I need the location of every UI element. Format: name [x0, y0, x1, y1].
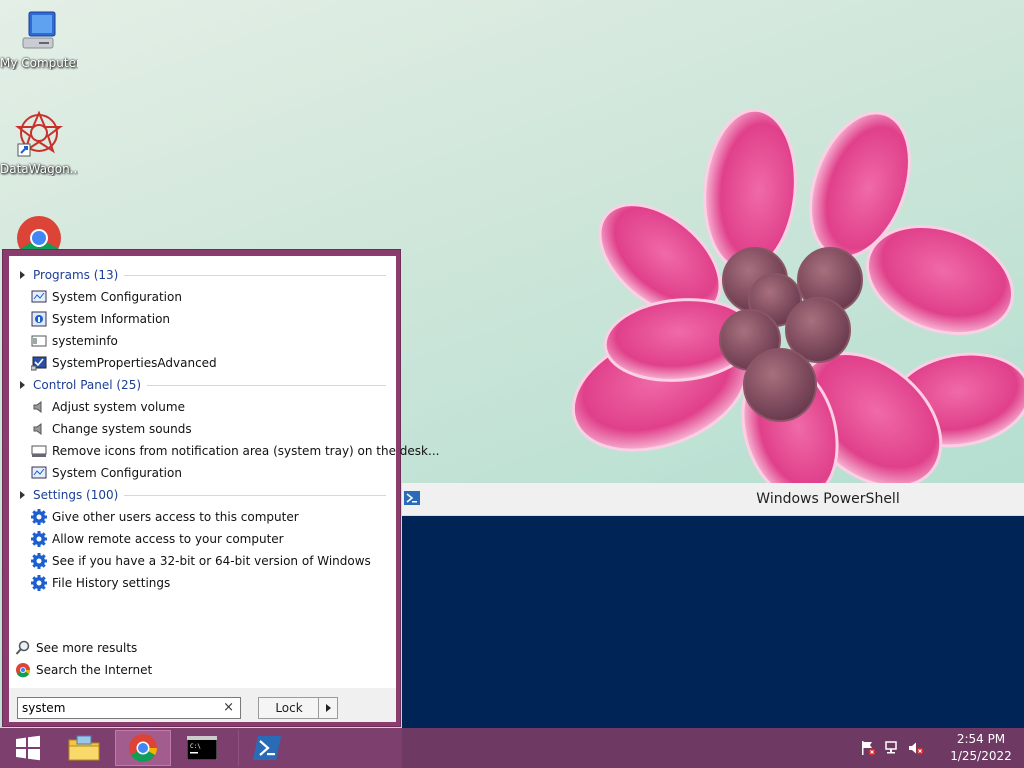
computer-icon	[22, 11, 56, 49]
search-input[interactable]	[22, 699, 212, 717]
expand-arrow-icon	[20, 491, 25, 499]
speaker-icon	[33, 401, 42, 413]
chrome-icon	[16, 663, 31, 678]
result-systeminfo[interactable]: systeminfo	[31, 331, 118, 351]
wallpaper-flower	[571, 108, 1024, 490]
chrome-icon	[17, 216, 61, 250]
taskbar-powershell[interactable]	[238, 730, 295, 766]
desktop-icon-my-computer[interactable]: My Computer	[0, 8, 78, 70]
console-app-icon	[31, 335, 47, 347]
clear-search-icon[interactable]: ×	[223, 700, 234, 715]
powershell-title: Windows PowerShell	[756, 491, 900, 507]
volume-muted-icon[interactable]	[908, 740, 924, 756]
group-programs[interactable]: Programs (13)	[15, 266, 386, 284]
result-label: See if you have a 32-bit or 64-bit versi…	[52, 554, 371, 568]
see-more-label: See more results	[36, 641, 138, 655]
result-file-history-settings[interactable]: File History settings	[31, 573, 170, 593]
folder-icon	[68, 735, 100, 761]
result-label: System Configuration	[52, 466, 182, 480]
result-label: System Information	[52, 312, 171, 326]
result-system-information[interactable]: System Information	[31, 309, 170, 329]
windows-logo-icon	[16, 735, 40, 761]
result-give-other-users-access[interactable]: Give other users access to this computer	[31, 507, 299, 527]
result-label: Allow remote access to your computer	[52, 532, 284, 546]
group-label: Programs (13)	[33, 268, 119, 282]
start-button[interactable]	[0, 730, 56, 766]
result-adjust-system-volume[interactable]: Adjust system volume	[31, 397, 185, 417]
search-field[interactable]: ×	[17, 697, 241, 719]
desktop-icon-chrome[interactable]	[0, 214, 78, 252]
result-allow-remote-access[interactable]: Allow remote access to your computer	[31, 529, 284, 549]
taskbar-command-prompt[interactable]: C:\	[174, 730, 230, 766]
msconfig-icon	[31, 290, 47, 303]
desktop-icon-label: DataWagon...	[0, 162, 78, 176]
clock-time: 2:54 PM	[956, 732, 1006, 746]
taskbar-file-explorer[interactable]	[56, 730, 112, 766]
taskbar-chrome[interactable]	[115, 730, 171, 766]
action-center-flag-icon[interactable]	[860, 740, 876, 756]
result-label: SystemPropertiesAdvanced	[52, 356, 217, 370]
chrome-icon	[129, 734, 157, 762]
taskbar-icon	[31, 445, 47, 457]
datawagon-icon	[15, 110, 63, 157]
group-divider	[147, 384, 386, 386]
group-settings[interactable]: Settings (100)	[15, 486, 386, 504]
result-label: systeminfo	[52, 334, 118, 348]
result-label: Change system sounds	[52, 422, 192, 436]
desktop-icon-datawagon[interactable]: DataWagon...	[0, 110, 78, 176]
desktop-icon-label: My Computer	[0, 56, 78, 70]
command-prompt-icon: C:\	[187, 736, 217, 760]
result-system-configuration[interactable]: System Configuration	[31, 287, 182, 307]
gear-icon	[31, 575, 47, 591]
start-menu: Programs (13) System Configuration Syste…	[2, 249, 439, 727]
powershell-window[interactable]: Windows PowerShell	[402, 483, 1024, 728]
system-properties-icon	[31, 356, 47, 371]
gear-icon	[31, 553, 47, 569]
expand-arrow-icon	[20, 381, 25, 389]
network-icon[interactable]	[884, 740, 900, 756]
system-tray: 2:54 PM 1/25/2022	[856, 728, 1016, 768]
group-divider	[124, 494, 386, 496]
powershell-icon	[253, 736, 281, 760]
result-label: System Configuration	[52, 290, 182, 304]
search-icon	[15, 640, 30, 655]
result-label: Adjust system volume	[52, 400, 185, 414]
result-label: File History settings	[52, 576, 171, 590]
gear-icon	[31, 531, 47, 547]
lock-button[interactable]: Lock	[258, 697, 320, 719]
result-label: Remove icons from notification area (sys…	[52, 444, 440, 458]
result-change-system-sounds[interactable]: Change system sounds	[31, 419, 192, 439]
search-the-internet-link[interactable]: Search the Internet	[15, 660, 152, 680]
group-label: Settings (100)	[33, 488, 119, 502]
clock-date: 1/25/2022	[950, 749, 1012, 763]
expand-arrow-icon	[20, 271, 25, 279]
result-system-configuration-cp[interactable]: System Configuration	[31, 463, 182, 483]
gear-icon	[31, 509, 47, 525]
result-systempropertiesadvanced[interactable]: SystemPropertiesAdvanced	[31, 353, 217, 373]
group-divider	[124, 274, 386, 276]
taskbar-clock[interactable]: 2:54 PM 1/25/2022	[946, 731, 1016, 765]
powershell-titlebar[interactable]: Windows PowerShell	[402, 483, 1024, 516]
chevron-right-icon	[326, 704, 331, 712]
group-label: Control Panel (25)	[33, 378, 142, 392]
see-more-results-link[interactable]: See more results	[15, 638, 137, 658]
search-internet-label: Search the Internet	[36, 663, 153, 677]
taskbar: C:\ 2:54 PM 1/25/2022	[0, 728, 1024, 768]
speaker-icon	[33, 423, 42, 435]
result-label: Give other users access to this computer	[52, 510, 299, 524]
msconfig-icon	[31, 466, 47, 479]
sysinfo-icon	[31, 311, 47, 327]
group-control-panel[interactable]: Control Panel (25)	[15, 376, 386, 394]
result-32-or-64-bit[interactable]: See if you have a 32-bit or 64-bit versi…	[31, 551, 371, 571]
result-remove-icons-notification-area[interactable]: Remove icons from notification area (sys…	[31, 441, 439, 461]
start-menu-panel: Programs (13) System Configuration Syste…	[9, 256, 439, 722]
power-options-arrow-button[interactable]	[318, 697, 338, 719]
svg-text:C:\: C:\	[190, 743, 201, 750]
